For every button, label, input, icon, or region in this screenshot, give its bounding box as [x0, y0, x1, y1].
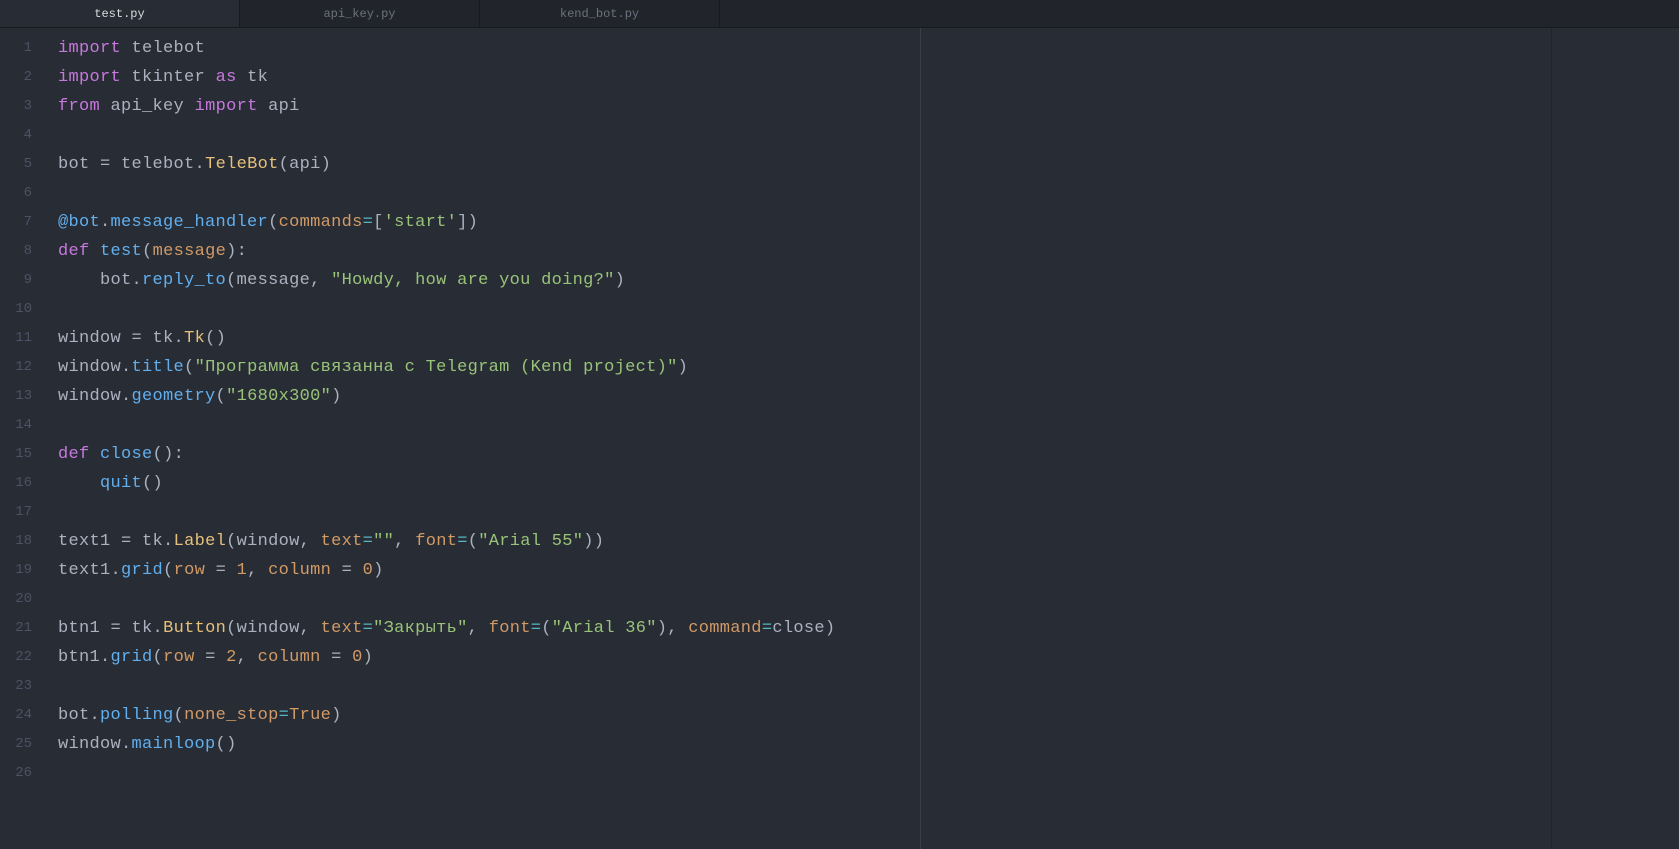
- code-line: btn1.grid(row = 2, column = 0): [58, 643, 1551, 672]
- code-line: window = tk.Tk(): [58, 324, 1551, 353]
- line-number: 21: [0, 614, 32, 643]
- code-line: def close():: [58, 440, 1551, 469]
- line-number: 13: [0, 382, 32, 411]
- line-number: 20: [0, 585, 32, 614]
- tab-kend-bot-py[interactable]: kend_bot.py: [480, 0, 720, 27]
- tab-test-py[interactable]: test.py: [0, 0, 240, 27]
- gutter: 1 2 3 4 5 6 7 8 9 10 11 12 13 14 15 16 1…: [0, 28, 48, 849]
- code-line: [58, 121, 1551, 150]
- code-line: window.mainloop(): [58, 730, 1551, 759]
- line-number: 16: [0, 469, 32, 498]
- code-line: bot.polling(none_stop=True): [58, 701, 1551, 730]
- line-number: 14: [0, 411, 32, 440]
- line-number: 26: [0, 759, 32, 788]
- code-line: import tkinter as tk: [58, 63, 1551, 92]
- ruler: [920, 28, 921, 849]
- code-line: bot.reply_to(message, "Howdy, how are yo…: [58, 266, 1551, 295]
- code-line: [58, 672, 1551, 701]
- minimap[interactable]: [1551, 28, 1679, 849]
- code-line: [58, 411, 1551, 440]
- code-line: [58, 585, 1551, 614]
- code-line: [58, 759, 1551, 788]
- code-line: window.title("Программа связанна с Teleg…: [58, 353, 1551, 382]
- tab-api-key-py[interactable]: api_key.py: [240, 0, 480, 27]
- code-line: from api_key import api: [58, 92, 1551, 121]
- line-number: 2: [0, 63, 32, 92]
- line-number: 9: [0, 266, 32, 295]
- line-number: 22: [0, 643, 32, 672]
- line-number: 1: [0, 34, 32, 63]
- code-line: def test(message):: [58, 237, 1551, 266]
- line-number: 8: [0, 237, 32, 266]
- tab-bar: test.py api_key.py kend_bot.py: [0, 0, 1679, 28]
- line-number: 7: [0, 208, 32, 237]
- line-number: 17: [0, 498, 32, 527]
- line-number: 15: [0, 440, 32, 469]
- line-number: 6: [0, 179, 32, 208]
- line-number: 5: [0, 150, 32, 179]
- code-line: import telebot: [58, 34, 1551, 63]
- line-number: 18: [0, 527, 32, 556]
- code-line: quit(): [58, 469, 1551, 498]
- code-line: [58, 498, 1551, 527]
- line-number: 24: [0, 701, 32, 730]
- code-line: bot = telebot.TeleBot(api): [58, 150, 1551, 179]
- code-line: text1 = tk.Label(window, text="", font=(…: [58, 527, 1551, 556]
- code-line: btn1 = tk.Button(window, text="Закрыть",…: [58, 614, 1551, 643]
- line-number: 23: [0, 672, 32, 701]
- editor: 1 2 3 4 5 6 7 8 9 10 11 12 13 14 15 16 1…: [0, 28, 1679, 849]
- code-area[interactable]: import telebot import tkinter as tk from…: [48, 28, 1551, 849]
- code-line: [58, 295, 1551, 324]
- line-number: 4: [0, 121, 32, 150]
- code-line: window.geometry("1680x300"): [58, 382, 1551, 411]
- code-line: text1.grid(row = 1, column = 0): [58, 556, 1551, 585]
- line-number: 25: [0, 730, 32, 759]
- line-number: 11: [0, 324, 32, 353]
- line-number: 19: [0, 556, 32, 585]
- line-number: 10: [0, 295, 32, 324]
- code-line: [58, 179, 1551, 208]
- line-number: 3: [0, 92, 32, 121]
- code-line: @bot.message_handler(commands=['start']): [58, 208, 1551, 237]
- line-number: 12: [0, 353, 32, 382]
